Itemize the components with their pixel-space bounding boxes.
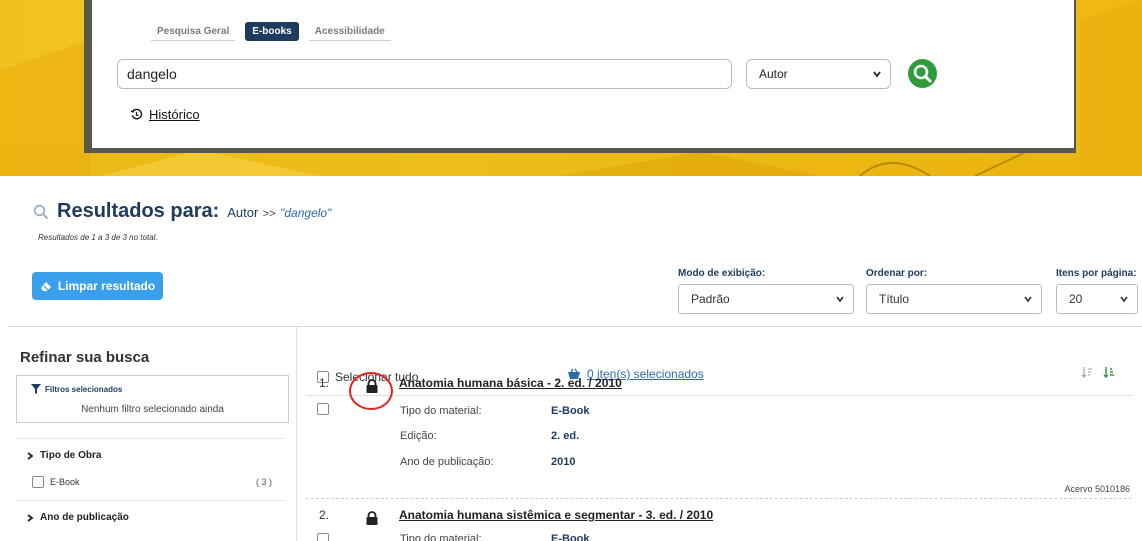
result-checkbox[interactable] — [317, 533, 329, 541]
tab-pesquisa-geral[interactable]: Pesquisa Geral — [151, 23, 236, 41]
search-icon — [913, 64, 932, 83]
search-input[interactable]: dangelo — [117, 59, 732, 89]
results-heading: Resultados para: Autor >> "dangelo" — [33, 200, 331, 223]
divider — [306, 498, 1132, 499]
results-count: Resultados de 1 a 3 de 3 no total. — [38, 233, 158, 242]
facet-label: Tipo de Obra — [40, 450, 102, 461]
sort-controls — [1081, 366, 1115, 378]
divider — [16, 500, 284, 501]
order-by-select[interactable]: Título — [866, 284, 1042, 314]
highlight-circle — [349, 372, 393, 410]
selected-filters-header: Filtros selecionados — [31, 384, 122, 394]
history-label: Histórico — [149, 107, 200, 122]
divider — [16, 438, 284, 439]
results-separator: >> — [262, 208, 276, 220]
facet-option-count: ( 3 ) — [255, 477, 272, 487]
meta-label: Ano de publicação: — [400, 456, 494, 468]
chevron-right-icon — [27, 513, 34, 522]
meta-value: 2010 — [551, 456, 576, 468]
chevron-down-icon — [873, 71, 881, 78]
order-by-label: Ordenar por: — [866, 268, 928, 279]
facet-option-e-book[interactable]: E-Book ( 3 ) — [32, 476, 272, 488]
display-mode-label: Modo de exibição: — [678, 268, 766, 279]
meta-value: E-Book — [551, 533, 590, 541]
clear-results-label: Limpar resultado — [57, 279, 156, 293]
lock-icon — [366, 511, 378, 525]
sort-ascending-icon[interactable] — [1103, 366, 1115, 378]
chevron-down-icon — [1024, 296, 1032, 303]
filter-icon — [31, 384, 41, 394]
meta-label: Edição: — [400, 430, 437, 442]
meta-label: Tipo do material: — [400, 533, 482, 541]
result-title-link[interactable]: Anatomia humana sistêmica e segmentar - … — [399, 508, 713, 522]
selected-filters-title: Filtros selecionados — [45, 384, 123, 394]
facet-checkbox[interactable] — [32, 476, 44, 488]
meta-value: E-Book — [551, 405, 590, 417]
facet-tipo-de-obra[interactable]: Tipo de Obra — [26, 450, 102, 461]
display-mode-value: Padrão — [691, 292, 730, 306]
divider — [306, 395, 1132, 396]
facet-label: Ano de publicação — [40, 512, 129, 523]
per-page-label: Itens por página: — [1056, 268, 1137, 279]
history-icon — [130, 108, 143, 120]
sort-descending-icon[interactable] — [1081, 366, 1093, 378]
sidebar-divider — [296, 327, 297, 541]
clear-results-button[interactable]: Limpar resultado — [32, 272, 163, 300]
divider — [8, 326, 1142, 327]
search-icon — [33, 204, 49, 219]
meta-value: 2. ed. — [551, 430, 580, 442]
search-field-value: Autor — [759, 67, 788, 81]
tab-acessibilidade[interactable]: Acessibilidade — [308, 23, 391, 41]
per-page-select[interactable]: 20 — [1056, 284, 1138, 314]
result-checkbox[interactable] — [317, 403, 329, 415]
selected-filters-box: Filtros selecionados Nenhum filtro selec… — [16, 375, 289, 423]
display-mode-select[interactable]: Padrão — [678, 284, 854, 314]
sidebar-title: Refinar sua busca — [20, 349, 150, 366]
order-by-value: Título — [879, 292, 910, 306]
search-tabs: Pesquisa Geral E-books Acessibilidade — [151, 22, 391, 41]
selected-filters-empty: Nenhum filtro selecionado ainda — [81, 404, 224, 415]
chevron-down-icon — [836, 296, 844, 303]
acervo-id: Acervo 5010186 — [1064, 484, 1130, 494]
facet-ano-de-publicacao[interactable]: Ano de publicação — [26, 512, 129, 523]
page: Pesquisa Geral E-books Acessibilidade da… — [0, 0, 1142, 541]
eraser-icon — [40, 282, 51, 291]
results-field: Autor — [227, 205, 259, 220]
per-page-value: 20 — [1069, 292, 1083, 306]
result-number: 2. — [319, 508, 330, 522]
facet-option-label: E-Book — [50, 477, 80, 487]
search-field-select[interactable]: Autor — [746, 59, 891, 89]
result-title-link[interactable]: Anatomia humana básica - 2. ed. / 2010 — [399, 376, 622, 390]
chevron-down-icon — [1120, 296, 1128, 303]
history-link[interactable]: Histórico — [130, 107, 200, 122]
meta-label: Tipo do material: — [400, 405, 482, 417]
search-button[interactable] — [908, 59, 937, 88]
result-number: 1. — [319, 376, 330, 390]
results-query: "dangelo" — [280, 206, 332, 220]
tab-e-books[interactable]: E-books — [245, 22, 299, 41]
results-title: Resultados para: — [57, 200, 220, 222]
chevron-right-icon — [27, 451, 34, 460]
